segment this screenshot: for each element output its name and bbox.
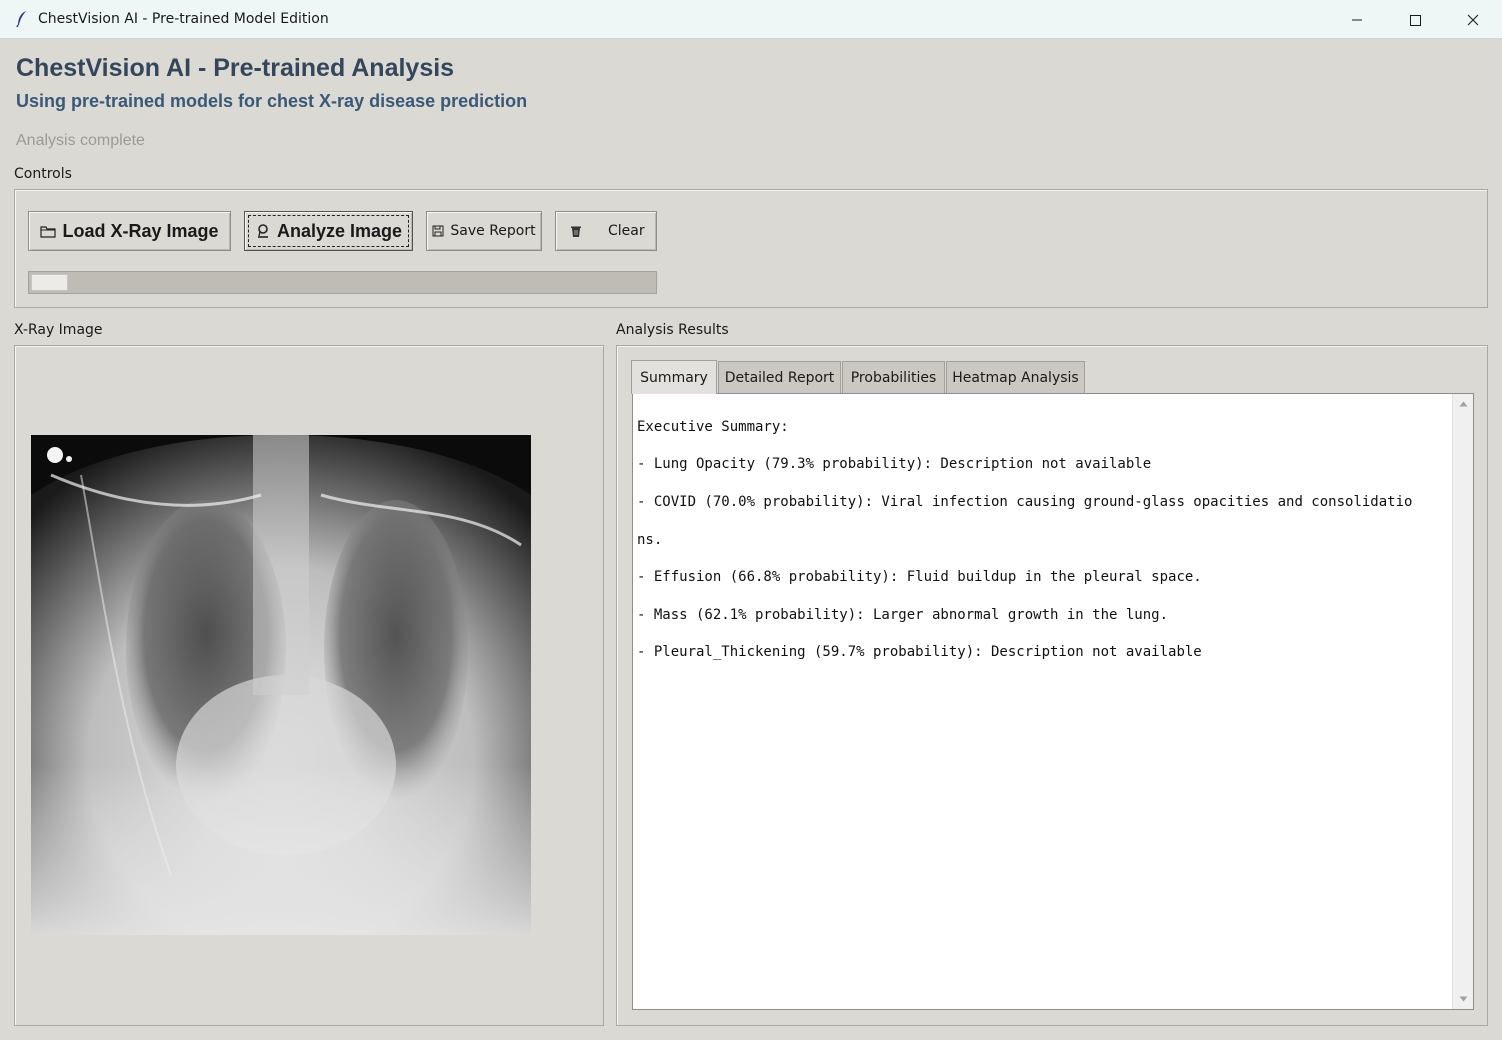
tab-detailed-report-label: Detailed Report — [724, 369, 835, 386]
tab-summary[interactable]: Summary — [631, 360, 717, 394]
summary-line: - Pleural_Thickening (59.7% probability)… — [637, 644, 1202, 661]
clear-button[interactable]: Clear — [555, 211, 657, 251]
tab-heatmap-analysis-label: Heatmap Analysis — [952, 369, 1079, 386]
close-button[interactable] — [1444, 0, 1502, 39]
tab-detailed-report[interactable]: Detailed Report — [718, 361, 841, 393]
minimize-button[interactable] — [1328, 0, 1386, 39]
floppy-disk-icon — [432, 225, 444, 237]
controls-group-label: Controls — [14, 166, 72, 182]
save-report-label: Save Report — [450, 223, 536, 239]
feather-icon — [15, 10, 29, 28]
summary-line: Executive Summary: — [637, 418, 789, 435]
tab-probabilities-label: Probabilities — [850, 369, 937, 386]
load-xray-button[interactable]: Load X-Ray Image — [28, 211, 231, 251]
progress-bar-fill — [31, 274, 68, 291]
status-text: Analysis complete — [16, 132, 145, 149]
summary-line: - Lung Opacity (79.3% probability): Desc… — [637, 456, 1152, 473]
analyze-image-label: Analyze Image — [276, 220, 403, 241]
save-report-button[interactable]: Save Report — [426, 211, 542, 251]
window-titlebar[interactable]: ChestVision AI - Pre-trained Model Editi… — [0, 0, 1502, 39]
vertical-scrollbar[interactable] — [1452, 394, 1473, 1009]
page-title: ChestVision AI - Pre-trained Analysis — [16, 54, 455, 82]
scroll-down-arrow-icon[interactable] — [1453, 990, 1474, 1008]
analysis-progress-bar — [28, 271, 657, 294]
summary-line: ns. — [637, 531, 663, 548]
folder-icon — [40, 224, 57, 238]
clear-label: Clear — [608, 223, 645, 239]
minimize-icon — [1352, 19, 1362, 20]
summary-text: Executive Summary: - Lung Opacity (79.3%… — [637, 399, 1449, 700]
analyze-image-button[interactable]: Analyze Image — [244, 211, 413, 251]
summary-line: - COVID (70.0% probability): Viral infec… — [637, 493, 1413, 510]
summary-line: - Effusion (66.8% probability): Fluid bu… — [637, 569, 1202, 586]
load-xray-label: Load X-Ray Image — [62, 220, 219, 241]
page-subtitle: Using pre-trained models for chest X-ray… — [16, 91, 528, 111]
app-client-area: ChestVision AI - Pre-trained Analysis Us… — [0, 39, 1502, 1040]
close-icon — [1467, 14, 1479, 25]
results-panel-label: Analysis Results — [616, 322, 729, 338]
summary-line: - Mass (62.1% probability): Larger abnor… — [637, 606, 1169, 623]
window-title: ChestVision AI - Pre-trained Model Editi… — [38, 11, 329, 27]
xray-panel-label: X-Ray Image — [14, 322, 103, 338]
tab-heatmap-analysis[interactable]: Heatmap Analysis — [946, 361, 1085, 393]
tab-summary-label: Summary — [640, 369, 708, 386]
magnifier-icon — [255, 223, 271, 239]
tab-probabilities[interactable]: Probabilities — [842, 361, 945, 393]
summary-text-area[interactable]: Executive Summary: - Lung Opacity (79.3%… — [632, 393, 1474, 1010]
maximize-icon — [1410, 14, 1421, 26]
xray-image — [31, 435, 531, 935]
scroll-up-arrow-icon[interactable] — [1453, 395, 1474, 413]
maximize-button[interactable] — [1386, 0, 1444, 39]
trash-icon — [570, 225, 582, 238]
